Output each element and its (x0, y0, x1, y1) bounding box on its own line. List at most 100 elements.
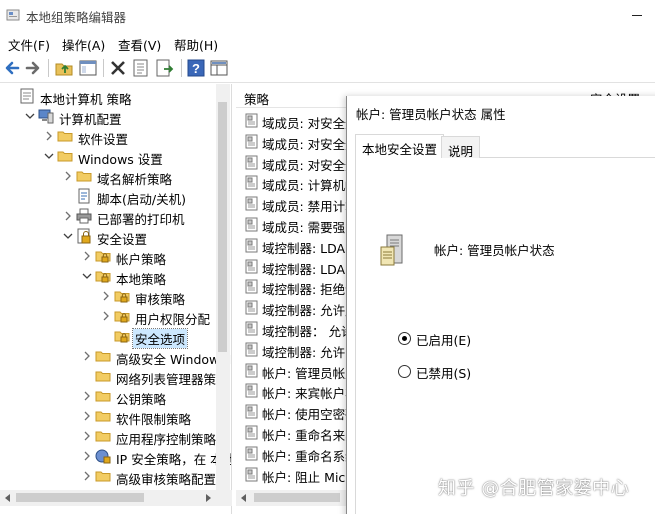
folder-icon (95, 348, 111, 364)
title-bar: 本地组策略编辑器 (0, 0, 655, 31)
policy-setting-icon (244, 425, 259, 440)
computer-policy-icon (19, 88, 35, 104)
tree-item[interactable]: 已部署的打印机 (0, 206, 231, 227)
scroll-left-arrow-icon[interactable] (4, 493, 12, 503)
tree-item[interactable]: 脚本(启动/关机) (0, 186, 231, 207)
toolbar: ? (0, 53, 655, 83)
expand-chevron-icon[interactable] (101, 310, 111, 321)
expand-chevron-icon[interactable] (82, 350, 92, 361)
expand-chevron-icon[interactable] (82, 410, 92, 421)
tree-item[interactable]: Windows 设置 (0, 146, 231, 167)
folder-icon (95, 468, 111, 484)
policy-setting-icon (244, 217, 259, 232)
menu-help[interactable]: 帮助(H) (174, 35, 218, 54)
disabled-radio[interactable] (398, 365, 411, 378)
tree-item[interactable]: 帐户策略 (0, 246, 231, 267)
tree-vertical-scrollbar[interactable] (216, 84, 230, 490)
printer-icon (76, 208, 92, 224)
menu-action[interactable]: 操作(A) (62, 35, 105, 54)
policy-setting-icon (244, 363, 259, 378)
script-icon (76, 188, 92, 204)
tree-item[interactable]: 本地计算机 策略 (0, 86, 231, 107)
policy-row-label: 域控制器： 允许 (262, 324, 354, 339)
collapse-chevron-icon[interactable] (63, 230, 73, 240)
tree-item[interactable]: 公钥策略 (0, 386, 231, 407)
policy-setting-icon (244, 300, 259, 315)
lock-folder-icon (114, 308, 130, 324)
tree-horizontal-scrollbar[interactable] (0, 490, 232, 506)
policy-row-label: 域成员: 计算机帐 (262, 178, 358, 194)
tree-item[interactable]: 安全选项 (0, 326, 231, 349)
tree-item[interactable]: 软件限制策略 (0, 406, 231, 427)
policy-row-label: 域成员: 禁用计算 (262, 199, 358, 215)
enabled-radio[interactable] (398, 332, 411, 345)
tree-item[interactable]: 网络列表管理器策略 (0, 366, 231, 387)
back-arrow-icon[interactable] (2, 58, 22, 78)
delete-x-icon[interactable] (108, 58, 128, 78)
tree-item[interactable]: 高级审核策略配置 (0, 466, 231, 487)
expand-chevron-icon[interactable] (44, 130, 54, 141)
toolbar-separator (48, 59, 49, 77)
policy-row-label: 域控制器: LDAP (262, 261, 353, 277)
tree-item[interactable]: 域名解析策略 (0, 166, 231, 187)
tree-item[interactable]: 用户权限分配 (0, 306, 231, 327)
tree-item[interactable]: IP 安全策略，在 本地 (0, 446, 231, 467)
policy-setting-icon (244, 259, 259, 274)
tab-explain[interactable]: 说明 (441, 136, 481, 159)
toolbar-separator (181, 59, 182, 77)
policy-row-label: 帐户: 重命名来宾 (262, 428, 358, 443)
expand-chevron-icon[interactable] (82, 250, 92, 261)
tree-item[interactable]: 计算机配置 (0, 106, 231, 127)
list-horizontal-scrollbar[interactable] (236, 490, 346, 506)
scrollbar-thumb[interactable] (16, 493, 144, 502)
column-header-policy[interactable]: 策略 (244, 89, 269, 108)
collapse-chevron-icon[interactable] (25, 110, 35, 120)
minimize-button[interactable] (622, 4, 652, 26)
expand-chevron-icon[interactable] (82, 390, 92, 401)
policy-server-icon (380, 234, 403, 266)
expand-chevron-icon[interactable] (82, 450, 92, 461)
tab-local-security-setting[interactable]: 本地安全设置 (355, 134, 445, 158)
tree-item[interactable]: 审核策略 (0, 286, 231, 307)
tree-item[interactable]: 安全设置 (0, 226, 231, 247)
window-title: 本地组策略编辑器 (26, 10, 127, 25)
expand-chevron-icon[interactable] (101, 290, 111, 301)
tree-item[interactable]: 软件设置 (0, 126, 231, 147)
expand-chevron-icon[interactable] (63, 170, 73, 181)
expand-chevron-icon[interactable] (63, 210, 73, 221)
view-grid-icon[interactable] (209, 58, 229, 78)
policy-setting-icon (244, 238, 259, 253)
tree-item[interactable]: 本地策略 (0, 266, 231, 287)
policy-setting-icon (244, 383, 259, 398)
watermark: 知乎 @合肥管家婆中心 (438, 478, 630, 499)
expand-chevron-icon[interactable] (82, 470, 92, 481)
scrollbar-thumb[interactable] (254, 493, 340, 502)
properties-icon[interactable] (131, 58, 151, 78)
lock-folder-icon (114, 288, 130, 304)
policy-row-label: 帐户: 管理员帐户 (262, 365, 358, 381)
collapse-chevron-icon[interactable] (44, 150, 54, 160)
scroll-left-arrow-icon[interactable] (240, 493, 248, 503)
scroll-right-arrow-icon[interactable] (204, 493, 212, 503)
enabled-radio-label[interactable]: 已启用(E) (416, 330, 471, 349)
menu-view[interactable]: 查看(V) (118, 35, 161, 54)
help-icon[interactable]: ? (186, 58, 206, 78)
menu-file[interactable]: 文件(F) (8, 35, 50, 54)
show-hide-tree-icon[interactable] (78, 58, 98, 78)
up-folder-icon[interactable] (54, 58, 74, 78)
tree-item[interactable]: 应用程序控制策略 (0, 426, 231, 447)
forward-arrow-icon[interactable] (23, 58, 43, 78)
export-list-icon[interactable] (155, 58, 175, 78)
tree-pane[interactable]: 本地计算机 策略 计算机配置 软件设置 Windows 设置 域名解析策略 脚本(启动/关… (0, 84, 232, 514)
disabled-radio-label[interactable]: 已禁用(S) (416, 363, 471, 382)
scrollbar-thumb[interactable] (218, 102, 227, 352)
policy-row-label: 域成员: 对安全通 (262, 157, 358, 173)
policy-setting-icon (244, 196, 259, 211)
tree-item[interactable]: 高级安全 Windows D (0, 346, 231, 367)
policy-row-label: 域控制器: 允许 (262, 344, 346, 360)
policy-name-label: 帐户: 管理员帐户状态 (434, 243, 555, 258)
expand-chevron-icon[interactable] (82, 430, 92, 441)
lock-folder-icon (114, 328, 130, 344)
folder-icon (76, 168, 92, 184)
collapse-chevron-icon[interactable] (82, 270, 92, 280)
